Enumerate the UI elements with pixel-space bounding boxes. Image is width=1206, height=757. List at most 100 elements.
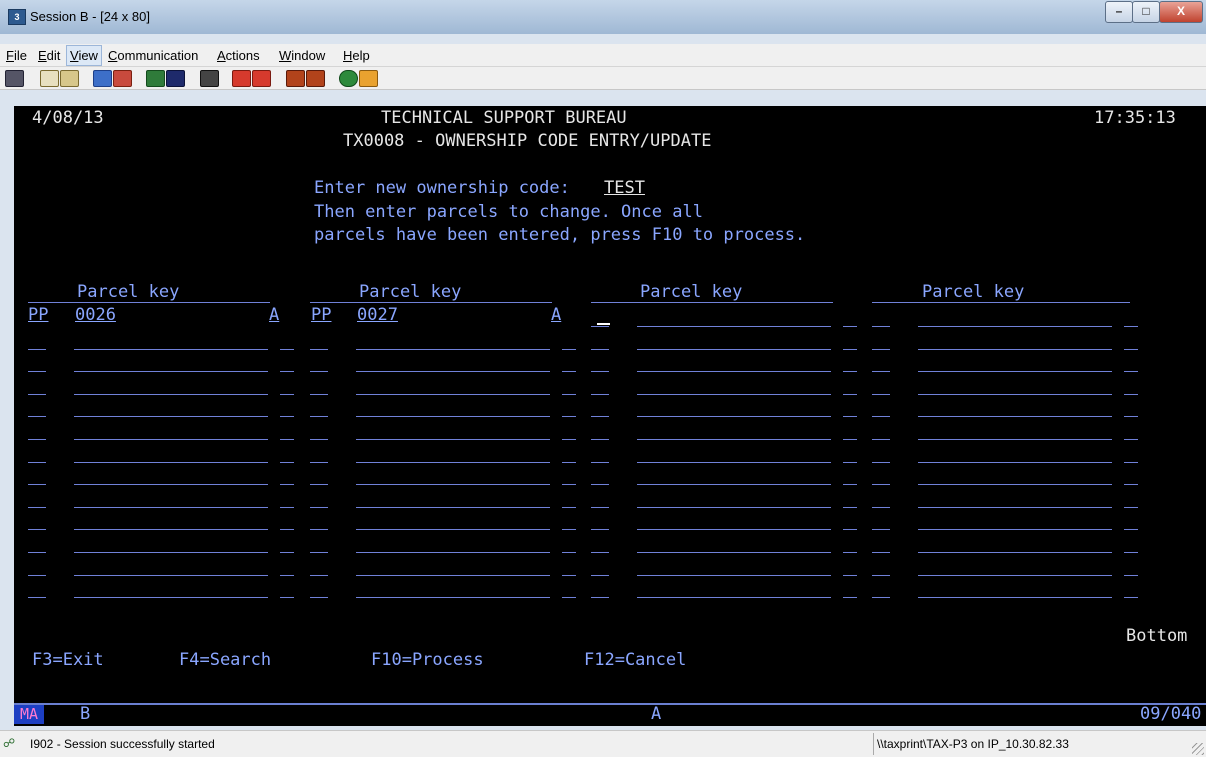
entry-field-underline[interactable] bbox=[74, 371, 268, 372]
play-macro-icon[interactable] bbox=[286, 70, 305, 87]
entry-field-underline[interactable] bbox=[280, 394, 294, 395]
entry-field-underline[interactable] bbox=[591, 371, 609, 372]
entry-field-underline[interactable] bbox=[74, 575, 268, 576]
entry-field-underline[interactable] bbox=[356, 439, 550, 440]
entry-field-underline[interactable] bbox=[843, 507, 857, 508]
copy-icon[interactable] bbox=[40, 70, 59, 87]
color-icon[interactable] bbox=[339, 70, 358, 87]
entry-field-underline[interactable] bbox=[637, 416, 831, 417]
entry-field-underline[interactable] bbox=[918, 371, 1112, 372]
entry-field-underline[interactable] bbox=[918, 529, 1112, 530]
menu-edit[interactable]: Edit bbox=[38, 48, 60, 63]
entry-field-underline[interactable] bbox=[918, 326, 1112, 327]
entry-field-underline[interactable] bbox=[74, 597, 268, 598]
entry-field-underline[interactable] bbox=[280, 507, 294, 508]
menu-communication[interactable]: Communication bbox=[108, 48, 198, 63]
entry-field-underline[interactable] bbox=[1124, 552, 1138, 553]
entry-field-underline[interactable] bbox=[591, 439, 609, 440]
entry-field-underline[interactable] bbox=[280, 349, 294, 350]
entry-field-underline[interactable] bbox=[872, 529, 890, 530]
entry-field-underline[interactable] bbox=[28, 371, 46, 372]
entry-field-underline[interactable] bbox=[1124, 575, 1138, 576]
entry-field-underline[interactable] bbox=[28, 394, 46, 395]
entry-field-underline[interactable] bbox=[74, 552, 268, 553]
entry-field-underline[interactable] bbox=[562, 416, 576, 417]
f3-exit-key[interactable]: F3=Exit bbox=[32, 649, 104, 671]
entry-field-underline[interactable] bbox=[1124, 326, 1138, 327]
entry-field-underline[interactable] bbox=[356, 552, 550, 553]
entry-field-underline[interactable] bbox=[591, 529, 609, 530]
entry-field-underline[interactable] bbox=[310, 597, 328, 598]
macro-icon[interactable] bbox=[200, 70, 219, 87]
parcel-key-input[interactable]: 0027 bbox=[357, 304, 398, 326]
entry-field-underline[interactable] bbox=[356, 371, 550, 372]
entry-field-underline[interactable] bbox=[591, 575, 609, 576]
entry-field-underline[interactable] bbox=[562, 597, 576, 598]
run-macro-icon[interactable] bbox=[306, 70, 325, 87]
print-screen-icon[interactable] bbox=[5, 70, 24, 87]
entry-field-underline[interactable] bbox=[1124, 439, 1138, 440]
maximize-button[interactable]: □ bbox=[1132, 1, 1160, 23]
entry-field-underline[interactable] bbox=[843, 597, 857, 598]
entry-field-underline[interactable] bbox=[1124, 349, 1138, 350]
entry-field-underline[interactable] bbox=[918, 484, 1112, 485]
entry-field-underline[interactable] bbox=[872, 507, 890, 508]
customize-icon[interactable] bbox=[359, 70, 378, 87]
entry-field-underline[interactable] bbox=[562, 507, 576, 508]
entry-field-underline[interactable] bbox=[310, 349, 328, 350]
entry-field-underline[interactable] bbox=[28, 575, 46, 576]
entry-field-underline[interactable] bbox=[280, 371, 294, 372]
entry-field-underline[interactable] bbox=[591, 552, 609, 553]
entry-field-underline[interactable] bbox=[872, 394, 890, 395]
stop-macro-icon[interactable] bbox=[252, 70, 271, 87]
entry-field-underline[interactable] bbox=[28, 597, 46, 598]
f4-search-key[interactable]: F4=Search bbox=[179, 649, 271, 671]
entry-field-underline[interactable] bbox=[310, 394, 328, 395]
record-macro-icon[interactable] bbox=[232, 70, 251, 87]
parcel-prefix-input[interactable]: PP bbox=[28, 304, 48, 326]
entry-field-underline[interactable] bbox=[280, 484, 294, 485]
entry-field-underline[interactable] bbox=[872, 484, 890, 485]
entry-field-underline[interactable] bbox=[310, 552, 328, 553]
entry-field-underline[interactable] bbox=[843, 484, 857, 485]
entry-field-underline[interactable] bbox=[872, 349, 890, 350]
f10-process-key[interactable]: F10=Process bbox=[371, 649, 484, 671]
entry-field-underline[interactable] bbox=[74, 529, 268, 530]
entry-field-underline[interactable] bbox=[356, 394, 550, 395]
receive-file-icon[interactable] bbox=[113, 70, 132, 87]
entry-field-underline[interactable] bbox=[74, 507, 268, 508]
entry-field-underline[interactable] bbox=[637, 462, 831, 463]
keypad-icon[interactable] bbox=[166, 70, 185, 87]
entry-field-underline[interactable] bbox=[843, 416, 857, 417]
entry-field-underline[interactable] bbox=[356, 575, 550, 576]
entry-field-underline[interactable] bbox=[356, 462, 550, 463]
parcel-flag-input[interactable]: A bbox=[551, 304, 561, 326]
entry-field-underline[interactable] bbox=[562, 394, 576, 395]
menu-window[interactable]: Window bbox=[279, 48, 325, 63]
entry-field-underline[interactable] bbox=[872, 371, 890, 372]
entry-field-underline[interactable] bbox=[591, 394, 609, 395]
ownership-code-input[interactable]: TEST bbox=[604, 177, 645, 199]
entry-field-underline[interactable] bbox=[591, 416, 609, 417]
entry-field-underline[interactable] bbox=[74, 439, 268, 440]
display-icon[interactable] bbox=[146, 70, 165, 87]
entry-field-underline[interactable] bbox=[28, 552, 46, 553]
entry-field-underline[interactable] bbox=[637, 575, 831, 576]
entry-field-underline[interactable] bbox=[637, 326, 831, 327]
entry-field-underline[interactable] bbox=[591, 484, 609, 485]
entry-field-underline[interactable] bbox=[637, 507, 831, 508]
entry-field-underline[interactable] bbox=[872, 416, 890, 417]
entry-field-underline[interactable] bbox=[74, 394, 268, 395]
entry-field-underline[interactable] bbox=[1124, 529, 1138, 530]
entry-field-underline[interactable] bbox=[637, 552, 831, 553]
entry-field-underline[interactable] bbox=[280, 416, 294, 417]
entry-field-underline[interactable] bbox=[280, 552, 294, 553]
entry-field-underline[interactable] bbox=[918, 597, 1112, 598]
entry-field-underline[interactable] bbox=[562, 575, 576, 576]
entry-field-underline[interactable] bbox=[310, 575, 328, 576]
title-bar[interactable]: 3 Session B - [24 x 80] – □ X bbox=[0, 0, 1206, 34]
entry-field-underline[interactable] bbox=[843, 394, 857, 395]
parcel-key-input[interactable]: 0026 bbox=[75, 304, 116, 326]
entry-field-underline[interactable] bbox=[918, 552, 1112, 553]
entry-field-underline[interactable] bbox=[562, 439, 576, 440]
